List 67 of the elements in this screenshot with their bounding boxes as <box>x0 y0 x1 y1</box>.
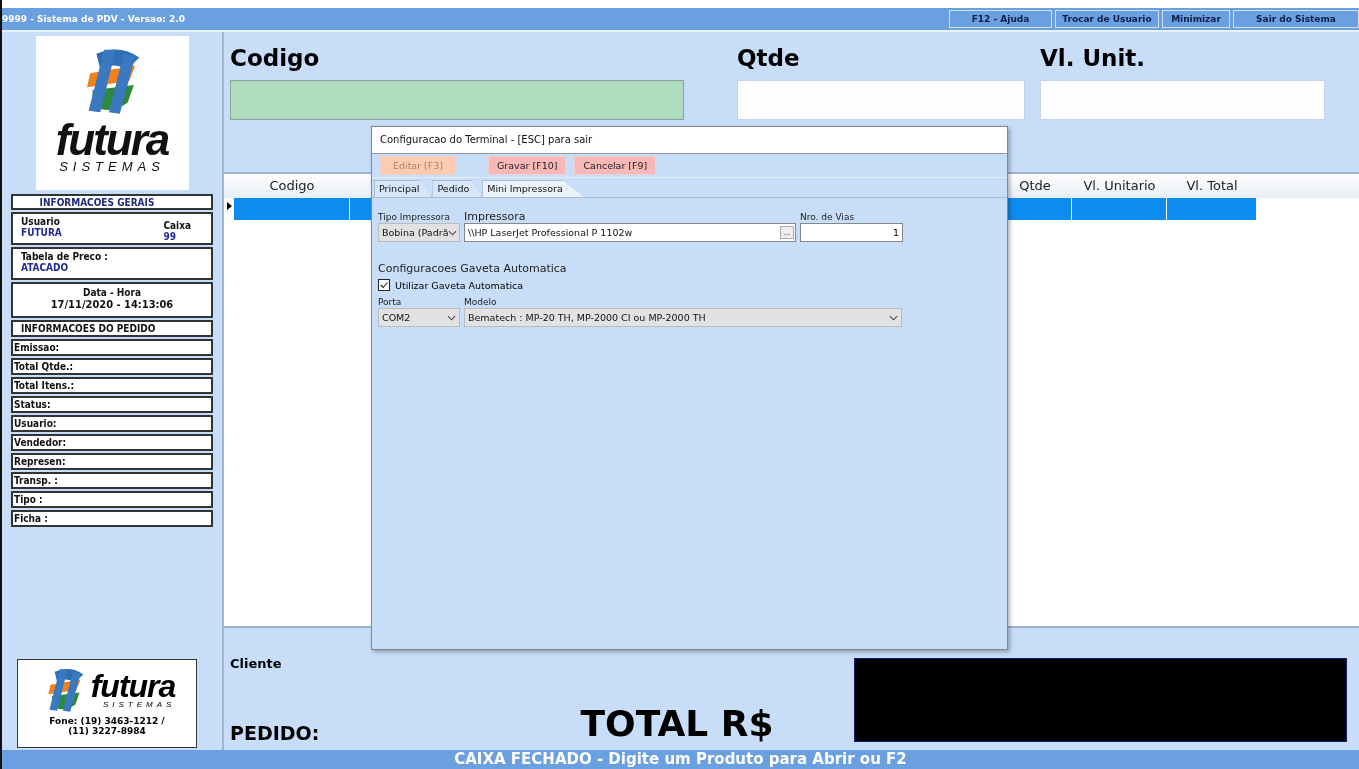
field-label: Modelo <box>464 297 498 308</box>
field-label: Cliente <box>230 656 283 671</box>
field-label: PEDIDO: <box>230 722 321 744</box>
field-label: Nro. de Vias <box>800 212 856 223</box>
field-label: Tabela de Preco : <box>21 251 109 262</box>
title-bar-button[interactable]: Minimizar <box>1162 10 1230 28</box>
order-field: Represen: <box>11 453 213 470</box>
field-value: ATACADO <box>21 262 70 273</box>
order-field: Ficha : <box>11 510 213 527</box>
field-value: FUTURA <box>21 227 62 238</box>
checkbox-label: Utilizar Gaveta Automatica <box>395 279 524 291</box>
dialog-title: Configuracao do Terminal - [ESC] para sair <box>372 127 1007 154</box>
status-bar: CAIXA FECHADO - Digite um Produto para Abrir ou F2 <box>2 750 1359 769</box>
logo-tagline: SISTEMAS <box>101 699 176 709</box>
logo-wordmark: futura <box>90 671 176 700</box>
order-field: Total Itens.: <box>11 377 213 394</box>
title-bar-button[interactable]: Trocar de Usuario <box>1055 10 1159 28</box>
column-header: Qtde <box>1018 177 1052 195</box>
order-field: Tipo : <box>11 491 213 508</box>
section-title: Configuracoes Gaveta Automatica <box>378 262 568 275</box>
order-field: Usuario: <box>11 415 213 432</box>
field-label: Codigo <box>230 44 321 73</box>
column-header: Vl. Total <box>1185 177 1239 195</box>
date-time-value: 17/11/2020 - 14:13:06 <box>49 298 175 311</box>
window-title: 9999 - Sistema de PDV - Versao: 2.0 <box>2 14 185 24</box>
title-bar-button[interactable]: F12 - Ajuda <box>949 10 1052 28</box>
field-label: Qtde <box>737 44 801 73</box>
toolbar-button[interactable]: Gravar [F10] <box>488 156 567 175</box>
field-value: 99 <box>163 231 177 242</box>
section-header: INFORMACOES GERAIS <box>11 194 213 210</box>
field-label: Porta <box>378 297 403 308</box>
order-field: Transp. : <box>11 472 213 489</box>
order-field: Vendedor: <box>11 434 213 451</box>
column-header: Vl. Unitario <box>1082 177 1157 195</box>
order-field: Emissao: <box>11 339 213 356</box>
browse-button[interactable]: ... <box>780 226 794 239</box>
toolbar-button[interactable]: Cancelar [F9] <box>574 156 657 175</box>
tab[interactable]: Pedido <box>432 180 483 197</box>
logo-tagline: SISTEMAS <box>59 160 165 174</box>
field-label: Caixa <box>163 220 191 231</box>
order-field: Status: <box>11 396 213 413</box>
input-field[interactable] <box>1040 80 1325 120</box>
tab[interactable]: Principal <box>374 180 433 197</box>
dropdown[interactable]: Bematech : MP-20 TH, MP-2000 CI ou MP-2000 TH <box>464 308 902 327</box>
section-header: INFORMACOES DO PEDIDO <box>11 320 213 337</box>
chevron-icon <box>447 314 456 321</box>
field-label: Vl. Unit. <box>1040 44 1147 73</box>
order-field: Total Qtde.: <box>11 358 213 375</box>
field-label: Usuario <box>21 216 61 227</box>
field-label: Impressora <box>464 210 527 223</box>
chevron-icon <box>448 229 458 236</box>
checkbox[interactable] <box>378 279 390 291</box>
field-label: Data - Hora <box>81 287 143 298</box>
title-bar-button[interactable]: Sair do Sistema <box>1233 10 1359 28</box>
tab[interactable]: Mini Impressora <box>482 180 584 197</box>
input-field[interactable]: \\HP LaserJet Professional P 1102w ... <box>464 223 796 242</box>
column-header: Codigo <box>268 177 316 195</box>
dropdown[interactable]: Bobina (Padrã <box>378 223 460 242</box>
field-label: Tipo Impressora <box>378 212 452 223</box>
input-field[interactable] <box>737 80 1025 120</box>
input-field[interactable]: 1 <box>800 223 903 242</box>
total-label: TOTAL R$ <box>579 704 775 744</box>
dropdown[interactable]: COM2 <box>378 308 460 327</box>
chevron-icon <box>889 314 898 321</box>
phone-number: Fone: (19) 3463-1212 / (11) 3227-8984 <box>48 716 166 736</box>
logo-wordmark: futura <box>55 120 169 160</box>
input-field[interactable] <box>230 80 684 120</box>
